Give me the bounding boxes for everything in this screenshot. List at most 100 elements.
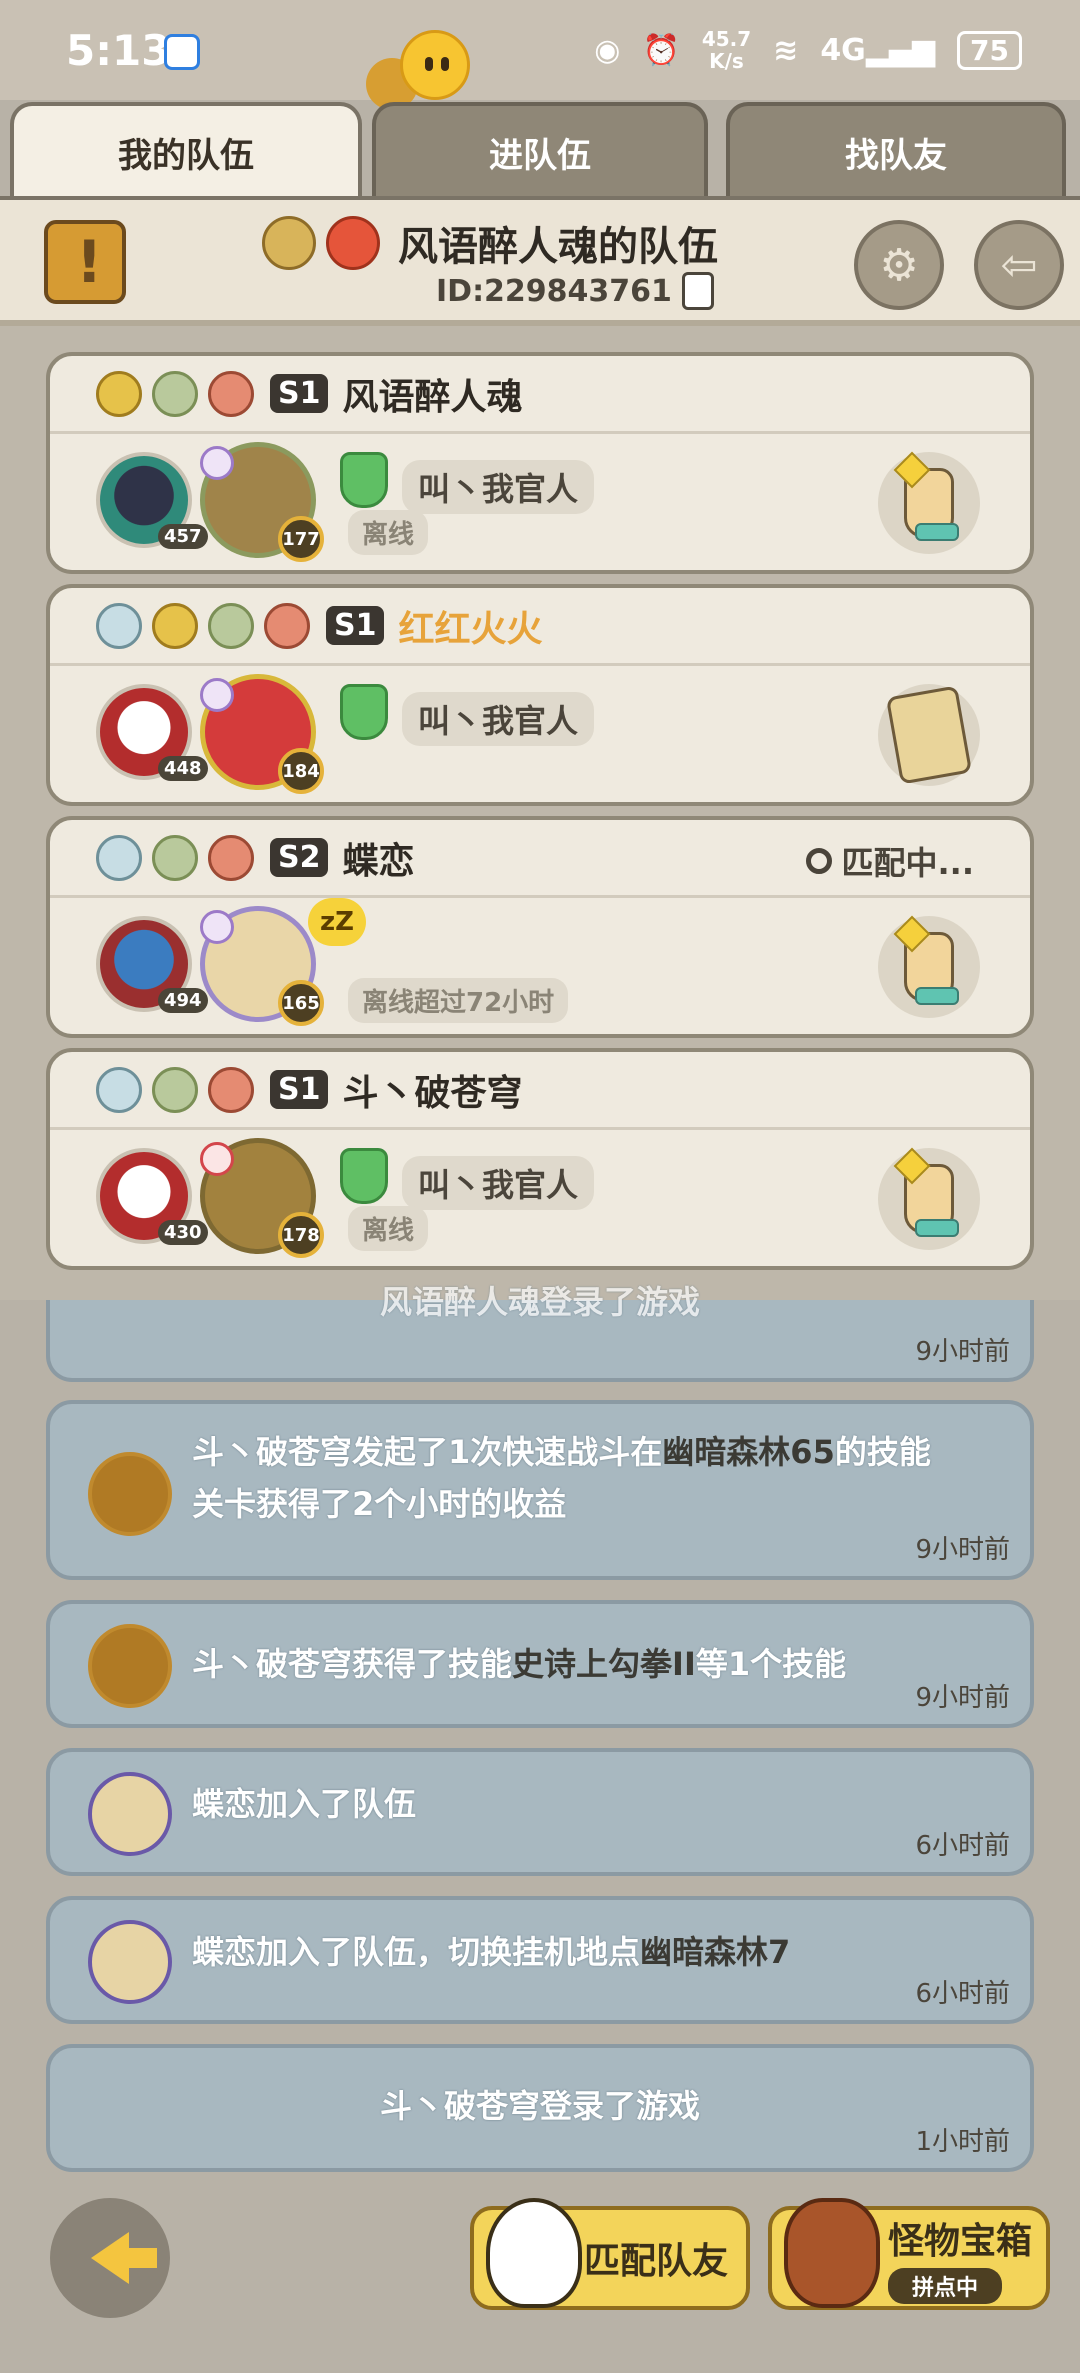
search-icon — [805, 848, 832, 874]
member-name: 蝶恋 — [342, 840, 415, 882]
back-button[interactable] — [50, 2198, 170, 2318]
season-tag: S2 — [270, 838, 329, 877]
member-card[interactable]: S1 红红火火 448 184 叫丶我官人 — [46, 584, 1034, 806]
feed-time: 9小时前 — [915, 1337, 1010, 1367]
player-level: 494 — [158, 988, 208, 1013]
feed-text-part: 发起了1次快速战斗在 — [352, 1433, 663, 1471]
member-card[interactable]: S2 蝶恋 匹配中... 494 zZ 165 离线超过72小时 — [46, 816, 1034, 1038]
feed-text: 蝶恋加入了队伍 — [192, 1778, 416, 1830]
status-time: 5:13 — [66, 26, 171, 75]
mushroom-badge-icon — [208, 1066, 254, 1113]
copy-icon[interactable] — [681, 272, 714, 310]
pet-level: 177 — [278, 516, 324, 562]
rank-badge-icon — [152, 1066, 198, 1113]
member-card[interactable]: S1 风语醉人魂 457 177 叫丶我官人 离线 — [46, 352, 1034, 574]
feed-text: 斗丶破苍穹获得了技能史诗上勾拳II等1个技能 — [192, 1638, 846, 1690]
back-arrow-icon — [91, 2232, 157, 2284]
tab-my-team[interactable]: 我的队伍 — [10, 102, 362, 198]
feed-skill: 史诗上勾拳II — [512, 1645, 696, 1683]
guild-name: 叫丶我官人 — [402, 460, 595, 514]
gear-icon: ⚙ — [879, 239, 919, 291]
feed-item: 斗丶破苍穹获得了技能史诗上勾拳II等1个技能 9小时前 — [46, 1600, 1034, 1728]
mushroom-badge-icon — [264, 602, 310, 649]
monster-chest-button[interactable]: 怪物宝箱 拼点中 — [768, 2198, 1050, 2310]
member-name: 斗丶破苍穹 — [342, 1072, 523, 1114]
notification-app-icon — [164, 34, 200, 70]
pet-level: 165 — [278, 980, 324, 1026]
team-id: ID:229843761 — [436, 273, 672, 309]
feed-text-part: 获得了技能 — [352, 1645, 513, 1683]
tab-find-teammates[interactable]: 找队友 — [726, 102, 1066, 198]
feed-text: 蝶恋加入了队伍，切换挂机地点幽暗森林7 — [192, 1926, 790, 1978]
feed-avatar — [88, 1920, 172, 2004]
feed-text: 斗丶破苍穹发起了1次快速战斗在幽暗森林65的技能 关卡获得了2个小时的收益 — [192, 1426, 931, 1530]
like-hand-icon — [904, 1164, 959, 1237]
chest-status: 拼点中 — [888, 2268, 1003, 2304]
feed-time: 1小时前 — [915, 2127, 1010, 2157]
season-tag: S1 — [270, 1070, 329, 1109]
member-card[interactable]: S1 斗丶破苍穹 430 178 叫丶我官人 离线 — [46, 1048, 1034, 1270]
member-name: 红红火火 — [398, 608, 543, 650]
player-level: 448 — [158, 756, 208, 781]
tab-join-team[interactable]: 进队伍 — [372, 102, 708, 198]
guild-icon — [340, 452, 388, 508]
feed-text-part: 加入了队伍 — [256, 1785, 417, 1823]
feed-player-name: 斗丶破苍穹 — [192, 1645, 353, 1683]
shield-badge-icon — [96, 370, 142, 417]
helmet-badge-icon — [152, 602, 198, 649]
team-title: 风语醉人魂的队伍 — [398, 224, 718, 270]
pet-level: 184 — [278, 748, 324, 794]
feed-item: 斗丶破苍穹登录了游戏 1小时前 — [46, 2044, 1034, 2172]
pet-element-icon — [200, 910, 234, 944]
guild-icon — [340, 1148, 388, 1204]
feed-place: 幽暗森林65 — [662, 1433, 835, 1471]
feed-text-part: 加入了队伍，切换挂机地点 — [256, 1933, 641, 1971]
like-button[interactable] — [878, 452, 980, 554]
season-tag: S1 — [270, 374, 329, 413]
feed-time: 6小时前 — [915, 1979, 1010, 2009]
card-hand-icon — [885, 685, 973, 785]
like-button[interactable] — [878, 916, 980, 1018]
feed-text-part: 的技能 — [834, 1433, 931, 1471]
rank-badge-icon — [208, 602, 254, 649]
member-header: S1 风语醉人魂 — [50, 356, 1030, 434]
status-bar: 5:13 ◉ ⏰ 45.7 K/s ≋ 4G▂▄▆ 75 — [0, 0, 1080, 100]
sleep-icon: zZ — [308, 898, 366, 946]
team-mushroom-badge-icon — [326, 216, 380, 270]
member-header: S1 红红火火 — [50, 588, 1030, 666]
match-teammates-button[interactable]: 匹配队友 — [470, 2198, 750, 2310]
guild-name: 叫丶我官人 — [402, 1156, 595, 1210]
shield-badge-icon — [96, 1066, 142, 1113]
wifi-icon: ≋ — [773, 32, 799, 68]
notice-icon[interactable] — [44, 220, 126, 304]
card-button[interactable] — [878, 684, 980, 786]
pet-element-icon — [200, 678, 234, 712]
player-level: 457 — [158, 524, 208, 549]
chest-title: 怪物宝箱 — [888, 2221, 1033, 2262]
settings-button[interactable]: ⚙ — [854, 220, 944, 310]
online-status: 离线 — [348, 510, 429, 555]
shield-badge-icon — [96, 602, 142, 649]
feed-player-name: 蝶恋 — [192, 1933, 257, 1971]
feed-time: 9小时前 — [915, 1535, 1010, 1565]
team-header: 风语醉人魂的队伍 ID:229843761 ⚙ ⇦ — [0, 196, 1080, 326]
team-rank-badge-icon — [262, 216, 316, 270]
player-level: 430 — [158, 1220, 208, 1245]
exit-icon: ⇦ — [1000, 239, 1038, 291]
member-name: 风语醉人魂 — [342, 376, 523, 418]
searching-character-icon — [486, 2198, 582, 2308]
like-button[interactable] — [878, 1148, 980, 1250]
feed-player-name: 蝶恋 — [192, 1785, 257, 1823]
member-list: S1 风语醉人魂 457 177 叫丶我官人 离线 S1 红红火火 448 18… — [0, 326, 1080, 1300]
battery-indicator: 75 — [957, 30, 1022, 70]
mushroom-badge-icon — [208, 370, 254, 417]
signal-icon: 4G▂▄▆ — [820, 32, 936, 68]
guild-icon — [340, 684, 388, 740]
shield-badge-icon — [96, 834, 142, 881]
chat-face-icon — [400, 30, 470, 100]
pet-level: 178 — [278, 1212, 324, 1258]
leave-team-button[interactable]: ⇦ — [974, 220, 1064, 310]
feed-player-name: 斗丶破苍穹 — [192, 1433, 353, 1471]
guild-name: 叫丶我官人 — [402, 692, 595, 746]
feed-avatar — [88, 1772, 172, 1856]
